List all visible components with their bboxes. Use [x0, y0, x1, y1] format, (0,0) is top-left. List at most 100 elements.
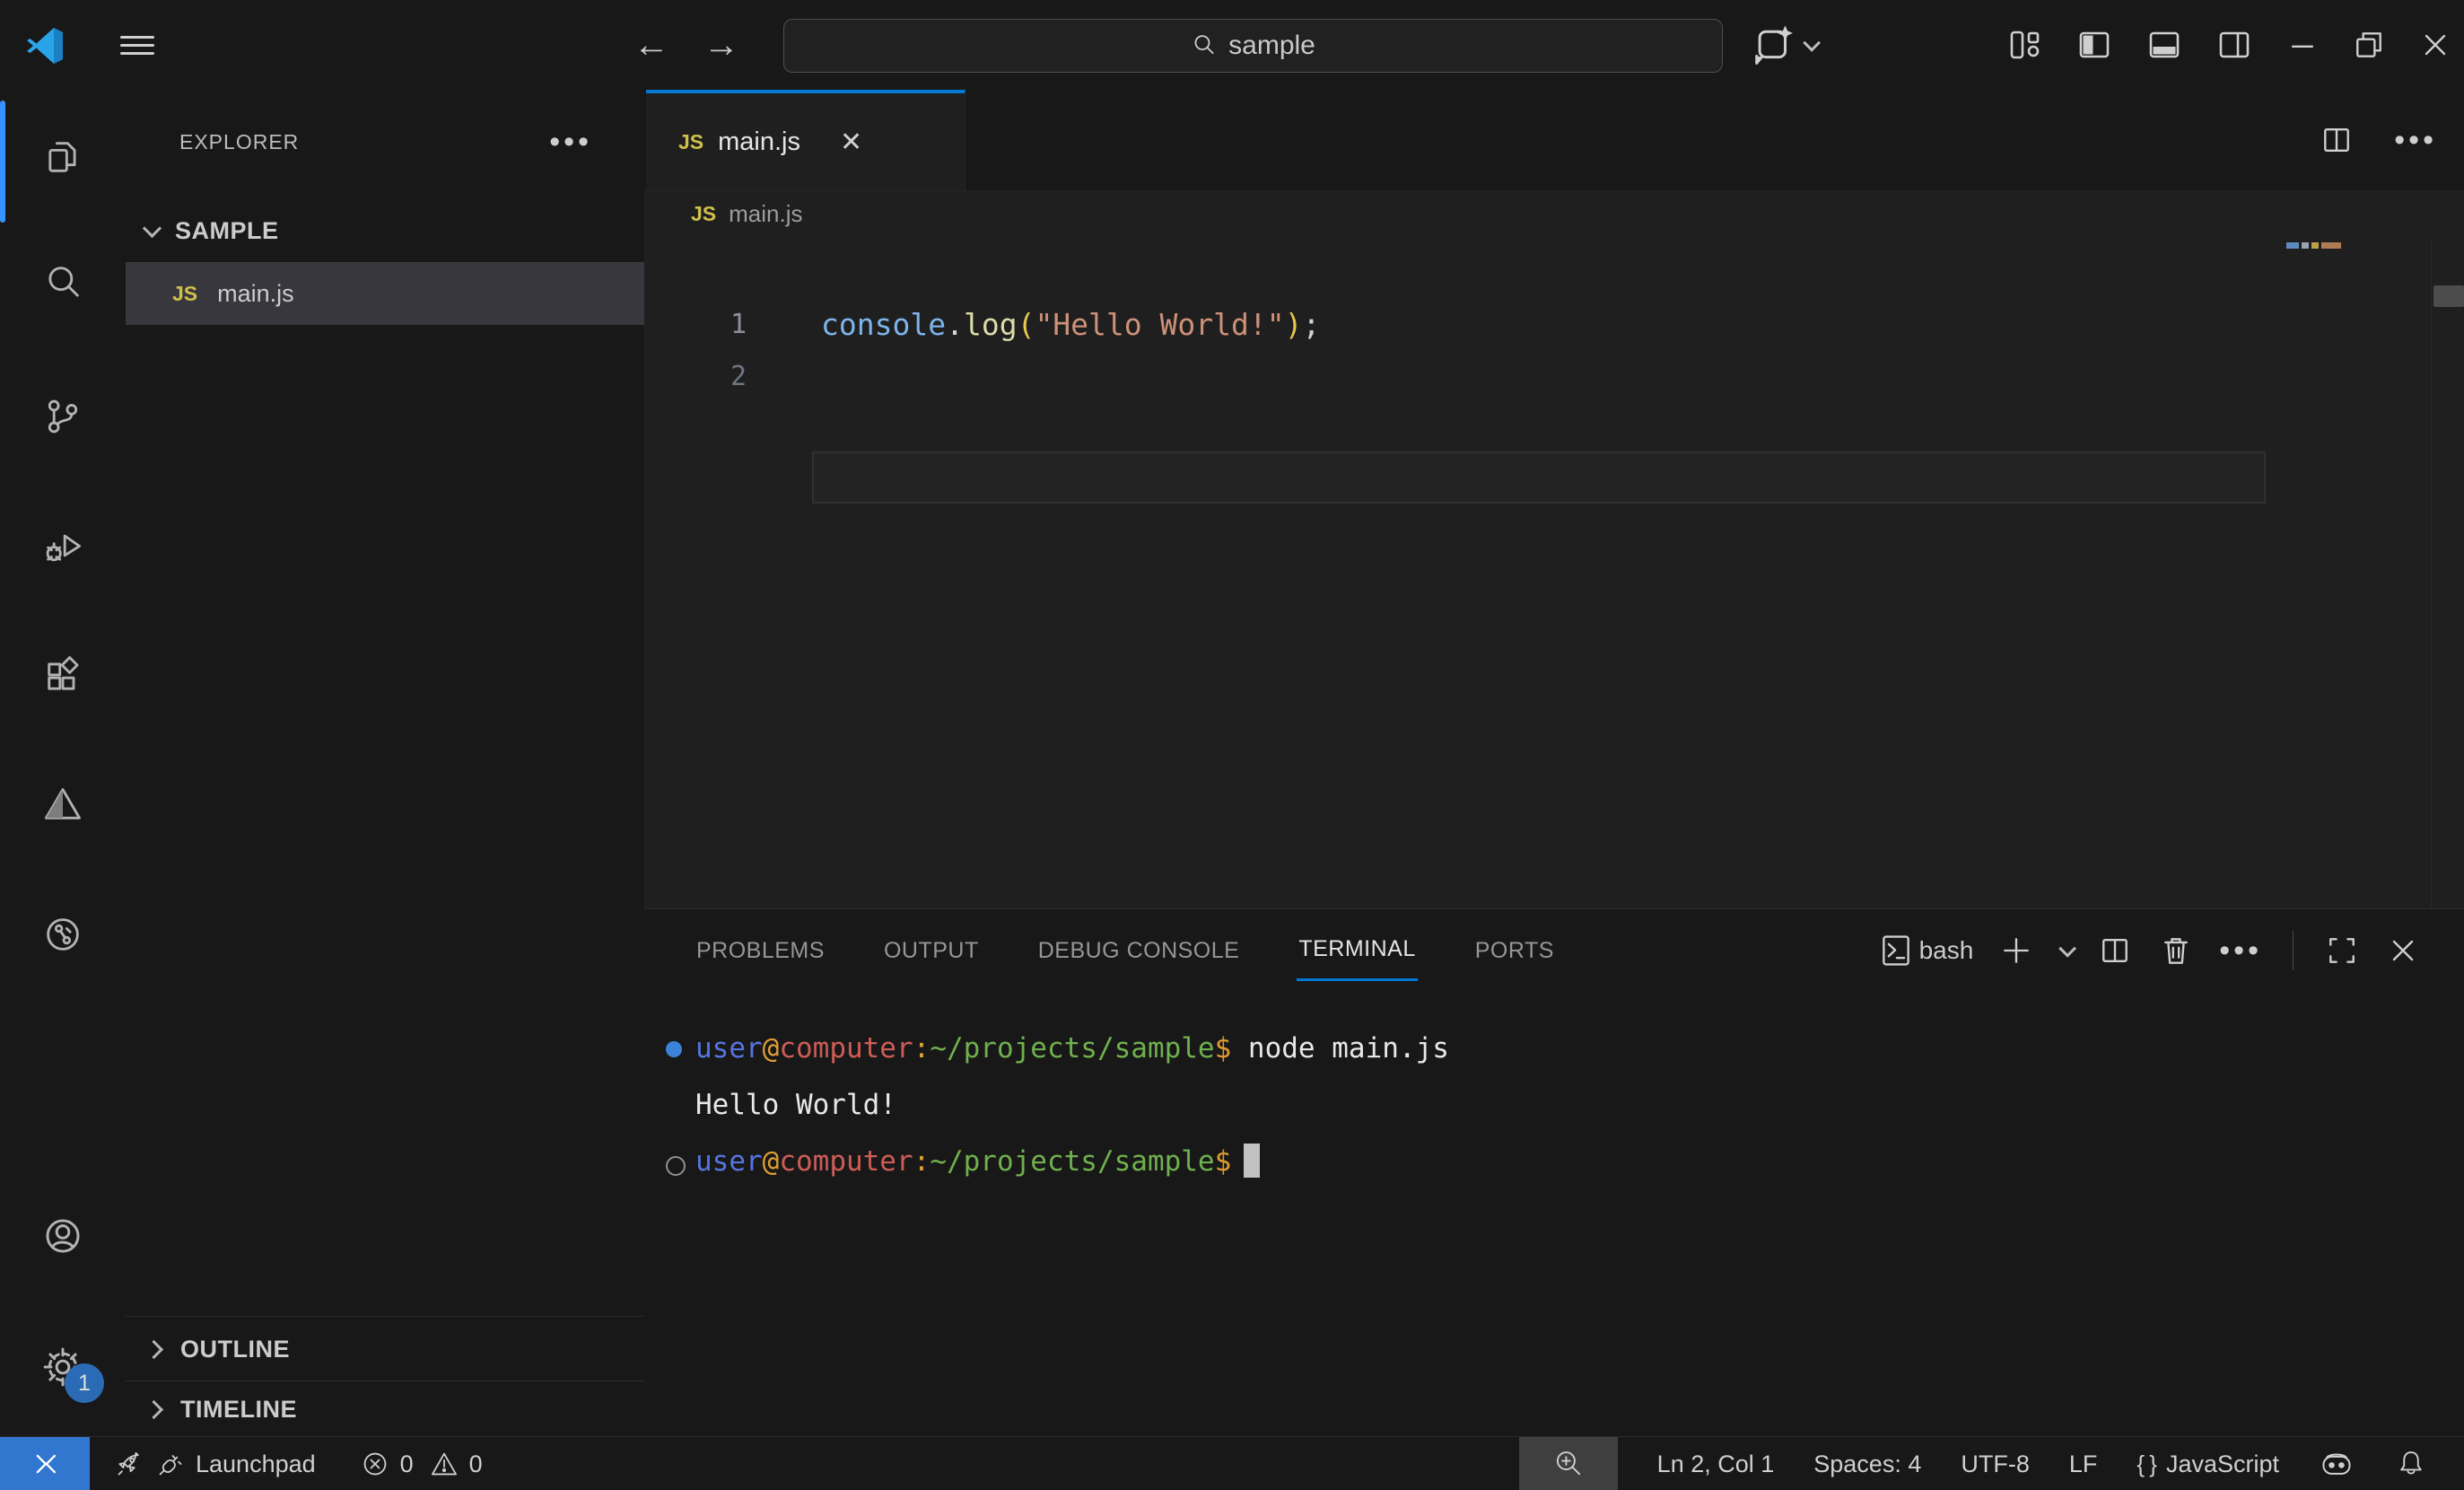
command-pending-decoration[interactable] — [666, 1156, 686, 1176]
terminal-line-1: user@computer:~/projects/sample$ node ma… — [695, 1021, 1449, 1077]
file-item-mainjs[interactable]: JS main.js — [126, 262, 644, 325]
encoding[interactable]: UTF-8 — [1961, 1451, 2030, 1478]
scrollbar-thumb[interactable] — [2433, 285, 2464, 307]
command-center-search[interactable]: sample — [783, 19, 1723, 73]
close-panel-icon[interactable] — [2385, 933, 2421, 968]
toggle-panel-icon[interactable] — [2145, 25, 2184, 65]
kill-terminal-icon[interactable] — [2158, 933, 2194, 968]
tab-debug-console[interactable]: DEBUG CONSOLE — [1036, 922, 1242, 980]
scrollbar-track — [2431, 241, 2432, 908]
breadcrumb[interactable]: JS main.js — [691, 190, 803, 237]
search-value: sample — [1228, 31, 1315, 61]
remote-indicator[interactable] — [0, 1437, 90, 1490]
sidebar-item-git-graph-extension[interactable] — [0, 890, 126, 979]
copilot-status-icon[interactable] — [2319, 1446, 2355, 1482]
maximize-panel-icon[interactable] — [2324, 933, 2360, 968]
extensions-icon — [41, 654, 84, 697]
chevron-down-icon — [1803, 34, 1821, 52]
sidebar-item-search[interactable] — [0, 238, 126, 328]
tab-mainjs[interactable]: JS main.js ✕ — [646, 90, 966, 190]
braces-icon: { } — [2136, 1451, 2157, 1478]
tab-label: main.js — [718, 127, 800, 157]
folder-section-sample[interactable]: SAMPLE — [126, 199, 644, 262]
launchpad-label: Launchpad — [196, 1451, 316, 1478]
new-terminal-icon[interactable] — [1998, 933, 2034, 968]
split-terminal-icon[interactable] — [2097, 933, 2133, 968]
folder-name: SAMPLE — [175, 217, 279, 245]
cursor-position[interactable]: Ln 2, Col 1 — [1657, 1451, 1775, 1478]
js-file-icon: JS — [678, 130, 703, 154]
search-icon — [41, 261, 84, 304]
warning-triangle-icon — [428, 1448, 460, 1480]
sidebar-item-source-control[interactable] — [0, 372, 126, 461]
tab-ports[interactable]: PORTS — [1473, 922, 1556, 980]
prism-icon — [41, 783, 84, 826]
timeline-section[interactable]: TIMELINE — [126, 1380, 644, 1437]
explorer-more-actions-icon[interactable]: ••• — [549, 133, 592, 151]
split-editor-icon[interactable] — [2319, 122, 2355, 158]
minimap[interactable] — [2286, 242, 2341, 250]
account-icon — [40, 1214, 85, 1258]
timeline-label: TIMELINE — [180, 1396, 297, 1424]
editor-tab-bar: JS main.js ✕ ••• — [644, 90, 2464, 191]
accounts-button[interactable] — [0, 1191, 126, 1281]
outline-section[interactable]: OUTLINE — [126, 1316, 644, 1381]
terminal[interactable]: user@computer:~/projects/sample$ node ma… — [644, 992, 2464, 1437]
code-editor[interactable]: 1 console.log("Hello World!"); 2 — [644, 242, 2464, 908]
remote-icon — [27, 1446, 63, 1482]
eol-sequence[interactable]: LF — [2069, 1451, 2098, 1478]
problems-status-item[interactable]: 0 0 — [359, 1448, 483, 1480]
go-back-arrow[interactable]: ← — [633, 0, 669, 90]
files-icon — [41, 136, 84, 179]
toggle-secondary-sidebar-icon[interactable] — [2215, 25, 2254, 65]
explorer-title: EXPLORER — [179, 130, 299, 154]
bottom-panel: PROBLEMS OUTPUT DEBUG CONSOLE TERMINAL P… — [644, 908, 2464, 1437]
sidebar-item-explorer[interactable] — [0, 112, 126, 202]
terminal-cursor — [1244, 1144, 1260, 1178]
minimize-icon[interactable] — [2285, 27, 2320, 63]
close-tab-icon[interactable]: ✕ — [840, 127, 862, 158]
notifications-bell-icon[interactable] — [2394, 1447, 2428, 1481]
launchpad-status-item[interactable]: Launchpad — [113, 1448, 316, 1480]
restore-window-icon[interactable] — [2351, 27, 2387, 63]
toggle-sidebar-icon[interactable] — [2075, 25, 2114, 65]
sidebar-item-extensions[interactable] — [0, 631, 126, 721]
indentation[interactable]: Spaces: 4 — [1813, 1451, 1921, 1478]
error-circle-icon — [359, 1448, 391, 1480]
shell-name: bash — [1919, 936, 1974, 965]
terminal-line-2: Hello World! — [695, 1077, 896, 1134]
terminal-more-actions-icon[interactable]: ••• — [2219, 942, 2262, 960]
customize-layout-icon[interactable] — [2005, 25, 2044, 65]
copilot-button[interactable] — [1752, 0, 1816, 90]
plug-icon — [154, 1448, 187, 1480]
zoom-status-button[interactable] — [1519, 1437, 1618, 1490]
language-mode[interactable]: { } JavaScript — [2136, 1451, 2279, 1478]
close-window-icon[interactable] — [2417, 27, 2453, 63]
search-icon — [1191, 32, 1218, 59]
js-file-icon: JS — [172, 282, 197, 306]
zoom-in-icon — [1551, 1447, 1586, 1481]
sidebar-item-prism-extension[interactable] — [0, 759, 126, 849]
menu-icon[interactable] — [120, 31, 154, 60]
command-success-decoration[interactable] — [666, 1041, 682, 1057]
code-line-1: 1 console.log("Hello World!"); — [644, 299, 2464, 351]
terminal-line-3: user@computer:~/projects/sample$ — [695, 1134, 1260, 1190]
shell-selector[interactable]: bash — [1878, 933, 1974, 968]
vscode-window: ← → sample — [0, 0, 2464, 1490]
editor-more-actions-icon[interactable]: ••• — [2394, 131, 2437, 149]
go-forward-arrow[interactable]: → — [703, 0, 739, 90]
tab-problems[interactable]: PROBLEMS — [695, 922, 826, 980]
status-bar: Launchpad 0 0 Ln 2, Col 1 Spaces: 4 UTF-… — [0, 1436, 2464, 1490]
current-line-highlight — [812, 451, 2266, 504]
sidebar-item-run-debug[interactable] — [0, 502, 126, 592]
chevron-down-icon — [143, 218, 162, 237]
settings-badge: 1 — [65, 1363, 104, 1403]
code-line-2: 2 — [644, 351, 2464, 403]
tab-terminal[interactable]: TERMINAL — [1297, 920, 1417, 981]
editor-group: JS main.js ✕ ••• JS main.js 1 console.lo… — [644, 90, 2464, 1436]
tab-output[interactable]: OUTPUT — [882, 922, 981, 980]
terminal-dropdown-chevron-icon[interactable] — [2059, 940, 2077, 958]
copilot-icon — [1752, 22, 1796, 67]
settings-button[interactable]: 1 — [0, 1322, 126, 1412]
activity-bar: 1 — [0, 90, 126, 1436]
